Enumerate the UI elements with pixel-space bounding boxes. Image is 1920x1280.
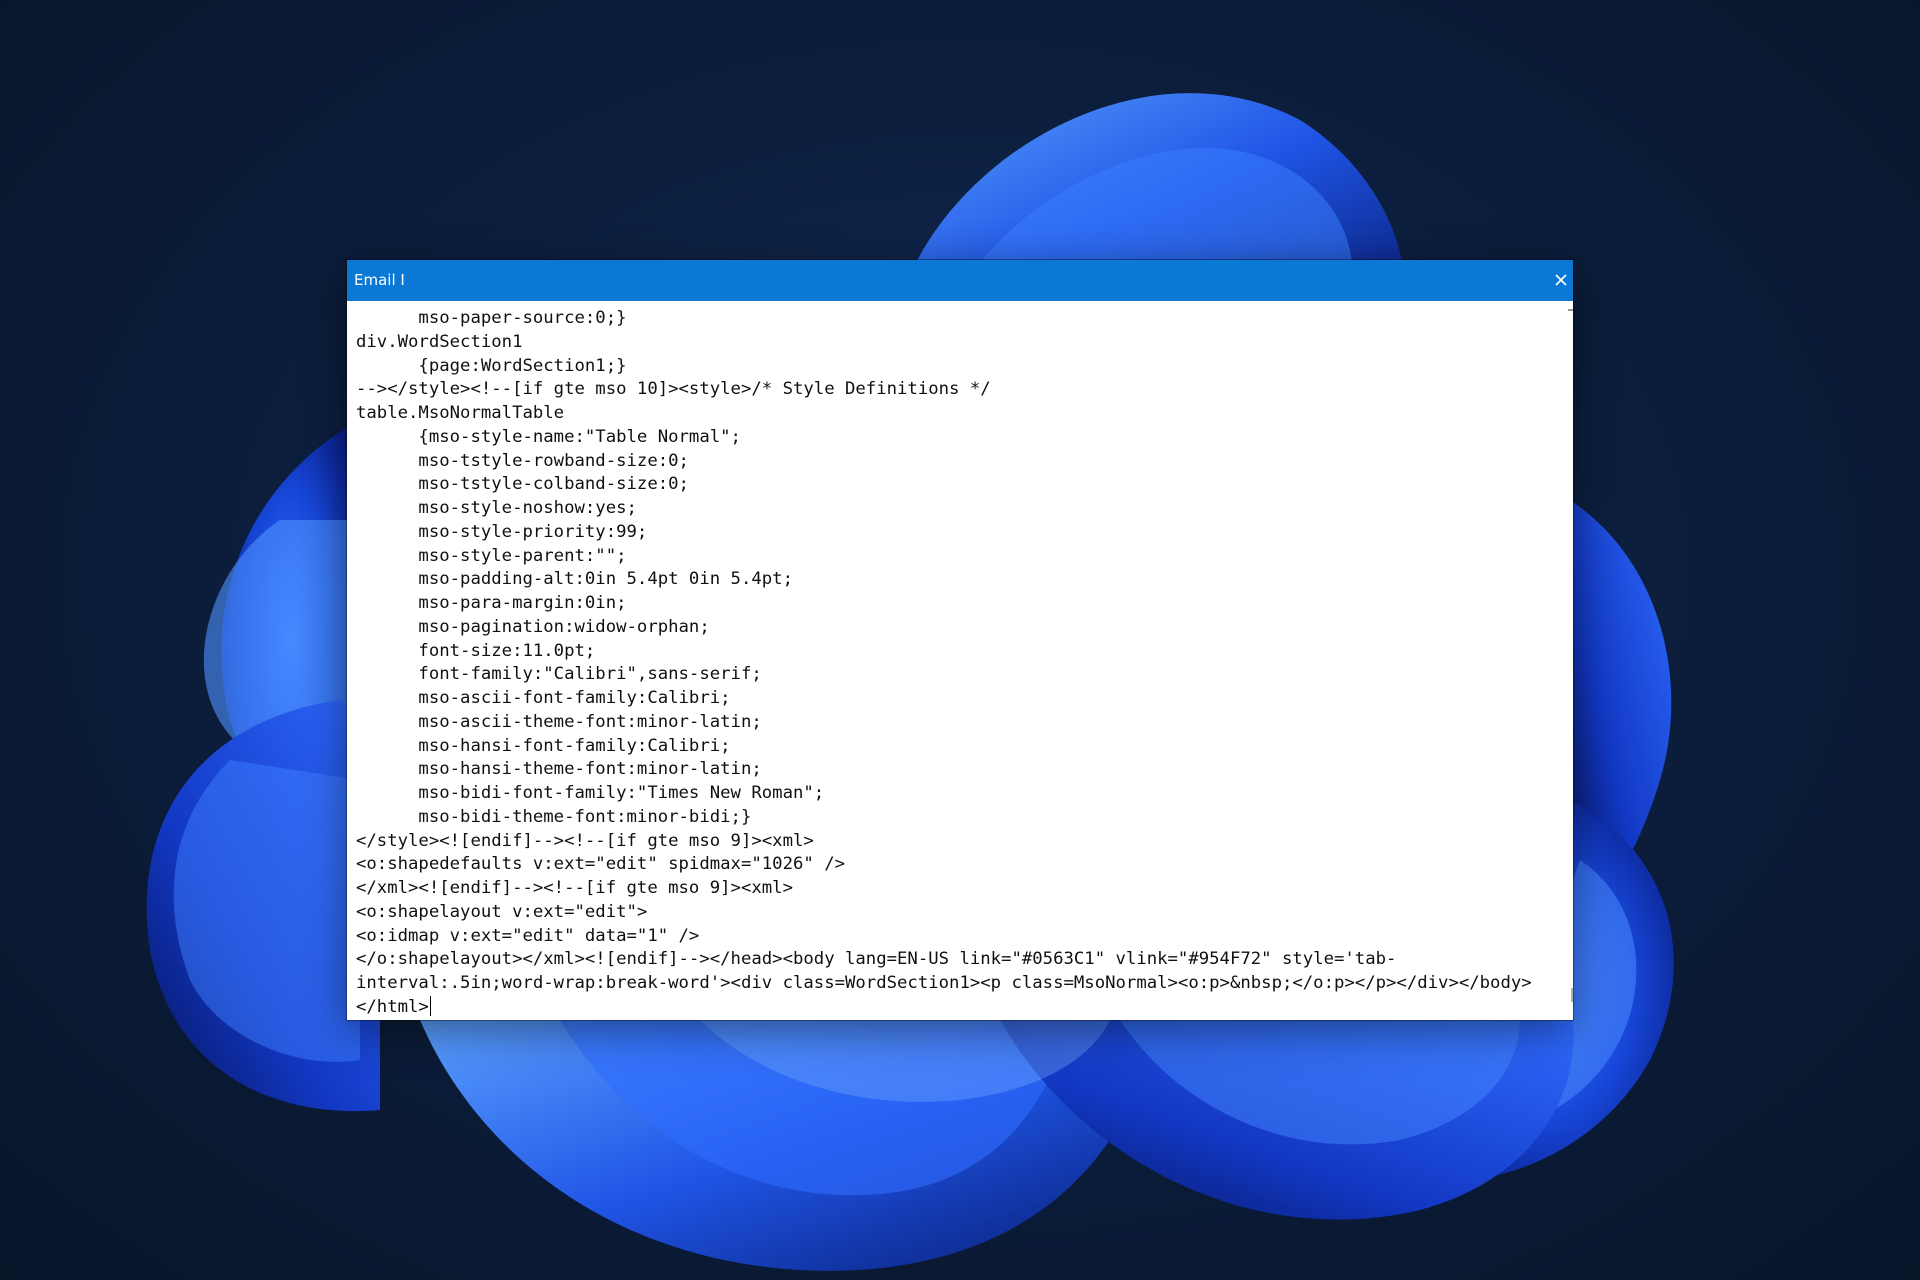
scrollbar-top-marker xyxy=(1568,309,1573,311)
code-line: mso-padding-alt:0in 5.4pt 0in 5.4pt; xyxy=(356,569,793,590)
code-line: mso-tstyle-rowband-size:0; xyxy=(356,450,689,471)
vertical-scrollbar[interactable] xyxy=(1568,301,1573,1020)
code-line: mso-hansi-font-family:Calibri; xyxy=(356,735,731,756)
code-line: </xml><![endif]--><!--[if gte mso 9]><xm… xyxy=(356,878,793,898)
window-title: Email I xyxy=(354,271,405,289)
code-line: mso-para-margin:0in; xyxy=(356,593,627,613)
code-line: <o:shapelayout v:ext="edit"> xyxy=(356,901,648,922)
code-line: interval:.5in;word-wrap:break-word'><div… xyxy=(356,973,1532,993)
code-line: mso-bidi-font-family:"Times New Roman"; xyxy=(356,783,825,803)
source-code-text[interactable]: mso-paper-source:0;} div.WordSection1 {pa… xyxy=(356,307,1556,1020)
code-line: </html> xyxy=(356,995,431,1017)
source-text-area[interactable]: mso-paper-source:0;} div.WordSection1 {pa… xyxy=(347,301,1573,1020)
code-line: div.WordSection1 xyxy=(356,331,523,352)
code-line: <o:idmap v:ext="edit" data="1" /> xyxy=(356,925,700,946)
code-line: mso-pagination:widow-orphan; xyxy=(356,616,710,637)
code-line: mso-style-parent:""; xyxy=(356,545,627,566)
code-line: mso-paper-source:0;} xyxy=(356,308,627,328)
code-line: <o:shapedefaults v:ext="edit" spidmax="1… xyxy=(356,854,845,875)
code-line: {page:WordSection1;} xyxy=(356,355,627,376)
code-line: {mso-style-name:"Table Normal"; xyxy=(356,426,741,447)
code-line: mso-bidi-theme-font:minor-bidi;} xyxy=(356,806,752,827)
scrollbar-bottom-marker xyxy=(1571,988,1573,1002)
code-line: mso-tstyle-colband-size:0; xyxy=(356,474,689,495)
code-line: mso-ascii-theme-font:minor-latin; xyxy=(356,711,762,732)
code-line: mso-hansi-theme-font:minor-latin; xyxy=(356,759,762,780)
code-line: font-size:11.0pt; xyxy=(356,640,596,661)
code-line: mso-style-noshow:yes; xyxy=(356,498,637,518)
code-line: font-family:"Calibri",sans-serif; xyxy=(356,664,762,685)
email-window: Email I mso-paper-source:0;} div.WordSect… xyxy=(347,260,1573,1020)
window-titlebar[interactable]: Email I xyxy=(347,260,1573,301)
code-line: </o:shapelayout></xml><![endif]--></head… xyxy=(356,949,1397,970)
text-caret xyxy=(429,995,431,1016)
code-line: --></style><!--[if gte mso 10]><style>/*… xyxy=(356,379,991,400)
close-button[interactable] xyxy=(1547,260,1573,301)
close-icon xyxy=(1555,274,1567,286)
code-line: mso-ascii-font-family:Calibri; xyxy=(356,688,731,708)
code-line: </style><![endif]--><!--[if gte mso 9]><… xyxy=(356,830,814,851)
code-line: mso-style-priority:99; xyxy=(356,521,648,542)
code-line: table.MsoNormalTable xyxy=(356,403,565,423)
